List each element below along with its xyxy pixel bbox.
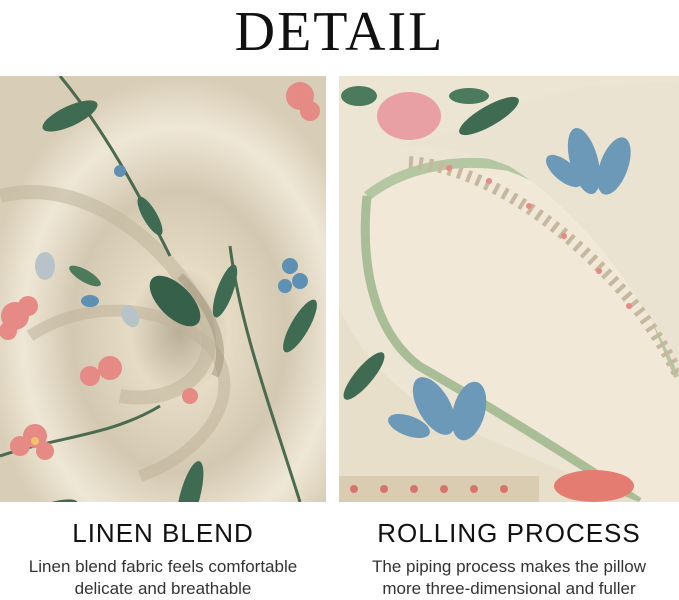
page-title: DETAIL [234,1,445,63]
linen-blend-description-line2: delicate and breathable [74,579,252,598]
linen-fabric-photo [0,76,326,502]
rolling-process-description-line2: more three-dimensional and fuller [382,579,636,598]
linen-blend-description: Linen blend fabric feels comfortable del… [0,556,326,600]
linen-blend-caption: LINEN BLEND Linen blend fabric feels com… [0,518,326,600]
rolling-process-caption: ROLLING PROCESS The piping process makes… [339,518,679,600]
linen-blend-description-line1: Linen blend fabric feels comfortable [28,557,298,576]
rolling-process-heading: ROLLING PROCESS [377,518,641,548]
rolling-process-description: The piping process makes the pillow more… [339,556,679,600]
linen-blend-heading: LINEN BLEND [72,518,254,548]
rolling-process-description-line1: The piping process makes the pillow [371,557,647,576]
piping-edge-photo [339,76,679,502]
